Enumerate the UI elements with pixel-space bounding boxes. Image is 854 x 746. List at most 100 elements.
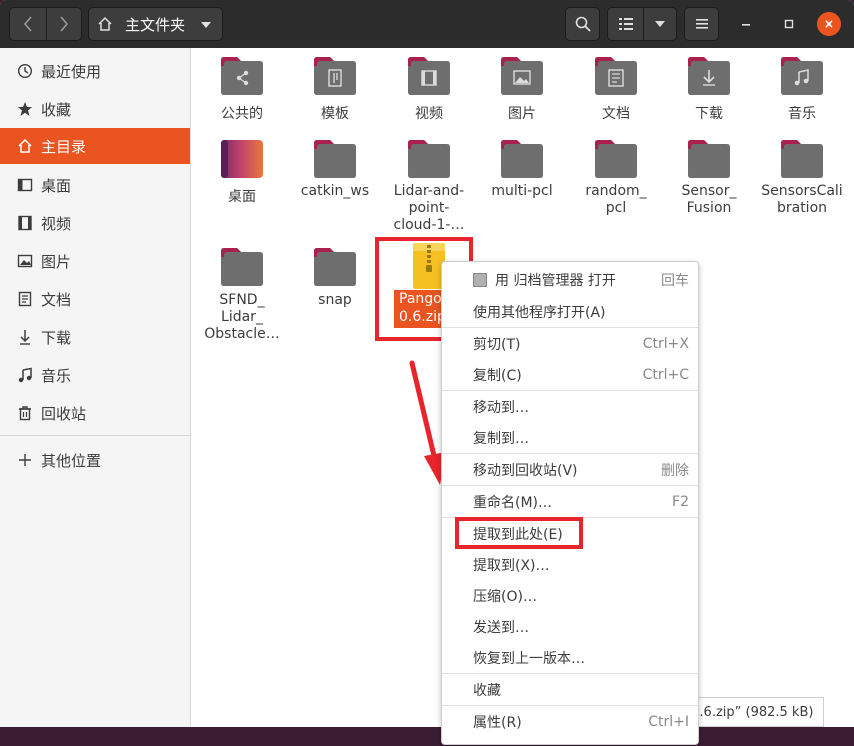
menu-separator xyxy=(442,705,698,706)
menu-item-open-with-other[interactable]: 使用其他程序打开(A) xyxy=(442,297,698,327)
menu-separator xyxy=(442,327,698,328)
file-name: Sensor_ Fusion xyxy=(663,183,755,217)
file-name: 公共的 xyxy=(221,106,263,122)
desktop-icon xyxy=(17,177,33,193)
sidebar-item-label: 最近使用 xyxy=(41,62,102,81)
file-name: SFND_ Lidar_ Obstacle… xyxy=(196,292,288,343)
file-name-line: Sensor_ xyxy=(681,183,737,199)
folder-icon xyxy=(501,140,543,178)
file-name-line: Obstacle… xyxy=(204,326,280,342)
highlight-box-extract-here xyxy=(455,517,583,549)
hamburger-menu-icon xyxy=(695,19,708,29)
file-manager-window: 主文件夹 最近使用 收藏 主目录 桌面 视频 图片 文档 下载 音乐 回收站 其… xyxy=(0,0,854,727)
sidebar-item-label: 收藏 xyxy=(41,100,72,119)
sidebar-item-label: 音乐 xyxy=(41,366,72,385)
menu-item-label: 发送到… xyxy=(473,620,529,636)
menu-separator xyxy=(442,485,698,486)
menu-item-cut[interactable]: 剪切(T) Ctrl+X xyxy=(442,329,698,359)
menu-item-label: 收藏 xyxy=(473,683,501,699)
star-icon xyxy=(17,101,33,117)
menu-item-move-to-trash[interactable]: 移动到回收站(V) 删除 xyxy=(442,455,698,485)
sidebar-item-starred[interactable]: 收藏 xyxy=(0,91,190,127)
picture-icon xyxy=(17,253,33,269)
menu-item-send-to[interactable]: 发送到… xyxy=(442,612,698,642)
file-name-line: random_ xyxy=(585,183,647,199)
sidebar-item-trash[interactable]: 回收站 xyxy=(0,395,190,431)
home-icon xyxy=(17,138,33,154)
menu-item-move-to[interactable]: 移动到… xyxy=(442,392,698,422)
sidebar: 最近使用 收藏 主目录 桌面 视频 图片 文档 下载 音乐 回收站 其他位置 xyxy=(0,48,191,727)
minimize-button[interactable] xyxy=(734,12,758,36)
menu-item-accel: Ctrl+X xyxy=(642,336,689,352)
file-name-line: point- xyxy=(408,200,450,216)
list-view-icon xyxy=(618,18,633,30)
menu-item-copy-to[interactable]: 复制到… xyxy=(442,423,698,453)
view-options-dropdown-button[interactable] xyxy=(643,7,677,41)
file-name: Lidar-and- point- cloud-1-… xyxy=(383,183,475,234)
sidebar-item-videos[interactable]: 视频 xyxy=(0,205,190,241)
menu-item-properties[interactable]: 属性(R) Ctrl+I xyxy=(442,707,698,737)
menu-item-compress[interactable]: 压缩(O)… xyxy=(442,581,698,611)
folder-icon xyxy=(688,140,730,178)
file-name: SensorsCali bration xyxy=(756,183,848,217)
music-folder-icon xyxy=(781,57,823,95)
file-name: 文档 xyxy=(602,106,630,122)
share-folder-icon xyxy=(221,57,263,95)
file-name-line: pcl xyxy=(605,200,627,216)
sidebar-item-label: 下载 xyxy=(41,328,72,347)
clock-icon xyxy=(17,63,33,79)
menu-separator xyxy=(442,673,698,674)
maximize-button[interactable] xyxy=(777,12,801,36)
menu-item-star[interactable]: 收藏 xyxy=(442,675,698,705)
menu-item-extract-to[interactable]: 提取到(X)… xyxy=(442,550,698,580)
menu-item-rename[interactable]: 重命名(M)… F2 xyxy=(442,487,698,517)
back-button[interactable] xyxy=(9,7,47,41)
sidebar-item-music[interactable]: 音乐 xyxy=(0,357,190,393)
sidebar-item-other-locations[interactable]: 其他位置 xyxy=(0,442,190,478)
close-button[interactable] xyxy=(817,12,841,36)
sidebar-item-desktop[interactable]: 桌面 xyxy=(0,167,190,203)
path-bar-home-button[interactable]: 主文件夹 xyxy=(88,7,223,41)
list-view-button[interactable] xyxy=(607,7,644,41)
menu-item-label: 用 归档管理器 打开 xyxy=(495,273,616,289)
menu-item-label: 移动到回收站(V) xyxy=(473,463,578,479)
menu-item-accel: Ctrl+C xyxy=(642,367,689,383)
folder-icon xyxy=(408,140,450,178)
sidebar-item-documents[interactable]: 文档 xyxy=(0,281,190,317)
search-icon xyxy=(575,16,591,32)
file-name: snap xyxy=(318,292,352,308)
header-bar: 主文件夹 xyxy=(0,0,854,48)
chevron-left-icon xyxy=(23,16,32,32)
file-name-line: Lidar-and- xyxy=(393,183,465,199)
file-name-line: Lidar_ xyxy=(221,309,263,325)
file-name: 视频 xyxy=(415,106,443,122)
menu-item-label: 剪切(T) xyxy=(473,337,521,353)
file-name: catkin_ws xyxy=(300,183,370,199)
sidebar-item-label: 文档 xyxy=(41,290,72,309)
sidebar-item-pictures[interactable]: 图片 xyxy=(0,243,190,279)
hamburger-menu-button[interactable] xyxy=(684,7,719,41)
sidebar-item-label: 主目录 xyxy=(41,137,87,156)
home-icon xyxy=(98,16,112,31)
search-button[interactable] xyxy=(565,7,600,41)
sidebar-separator xyxy=(0,435,190,436)
file-name-line: Fusion xyxy=(686,200,732,216)
menu-item-label: 属性(R) xyxy=(473,715,522,731)
forward-button[interactable] xyxy=(46,7,82,41)
file-name-line: SensorsCali xyxy=(761,183,843,199)
caret-down-icon xyxy=(655,21,665,27)
menu-item-restore-previous-version[interactable]: 恢复到上一版本… xyxy=(442,643,698,673)
file-name: 下载 xyxy=(695,106,723,122)
sidebar-item-home[interactable]: 主目录 xyxy=(0,128,190,164)
folder-icon xyxy=(314,140,356,178)
file-name-line: SFND_ xyxy=(219,292,265,308)
picture-folder-icon xyxy=(501,57,543,95)
sidebar-item-recent[interactable]: 最近使用 xyxy=(0,53,190,89)
sidebar-item-label: 图片 xyxy=(41,252,72,271)
download-icon xyxy=(17,329,33,345)
sidebar-item-downloads[interactable]: 下载 xyxy=(0,319,190,355)
menu-item-open-with-archive-manager[interactable]: 用 归档管理器 打开 回车 xyxy=(442,265,698,295)
menu-item-label: 复制(C) xyxy=(473,368,522,384)
menu-item-copy[interactable]: 复制(C) Ctrl+C xyxy=(442,360,698,390)
maximize-icon xyxy=(784,19,794,29)
